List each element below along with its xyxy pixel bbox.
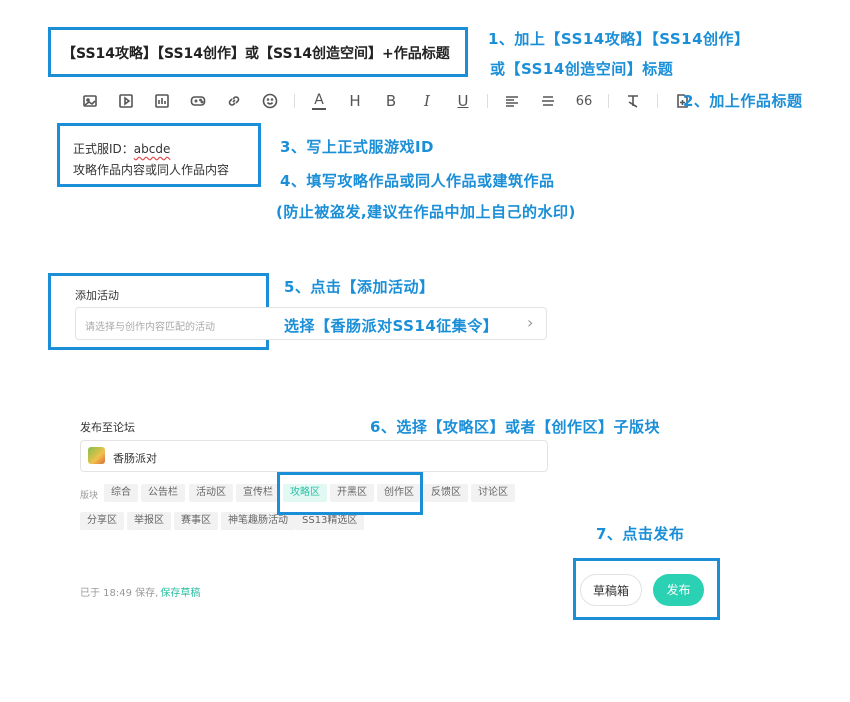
toolbar-separator — [487, 94, 488, 108]
gamepad-icon[interactable] — [186, 90, 210, 112]
annotation-step6: 6、选择【攻略区】或者【创作区】子版块 — [370, 418, 660, 436]
quote-icon[interactable]: 66 — [572, 90, 596, 112]
save-status: 已于 18:49 保存, 保存草稿 — [80, 584, 200, 599]
save-draft-link[interactable]: 保存草稿 — [160, 588, 200, 599]
publish-button[interactable]: 发布 — [653, 574, 704, 606]
forum-label: 发布至论坛 — [80, 421, 135, 434]
toolbar-separator — [657, 94, 658, 108]
forum-selected-name: 香肠派对 — [113, 452, 157, 465]
toolbar-separator — [608, 94, 609, 108]
font-color-icon[interactable]: A — [307, 90, 331, 112]
chart-icon[interactable] — [150, 90, 174, 112]
title-value: 【SS14攻略】【SS14创作】或【SS14创造空间】+作品标题 — [62, 46, 450, 62]
annotation-step1-line1: 1、加上【SS14攻略】【SS14创作】 — [488, 30, 750, 48]
toolbar-separator — [294, 94, 295, 108]
chevron-right-icon[interactable]: › — [527, 313, 533, 332]
section-chip-promo[interactable]: 宣传栏 — [236, 484, 280, 502]
section-chip-events[interactable]: 赛事区 — [174, 512, 218, 530]
forum-avatar — [88, 447, 105, 464]
font-color-glyph: A — [314, 91, 324, 108]
activity-placeholder: 请选择与创作内容匹配的活动 — [85, 322, 215, 333]
clear-format-icon[interactable] — [621, 90, 645, 112]
video-icon[interactable] — [114, 90, 138, 112]
italic-icon[interactable]: I — [415, 90, 439, 112]
section-chip-share[interactable]: 分享区 — [80, 512, 124, 530]
link-icon[interactable] — [222, 90, 246, 112]
annotation-step2: 2、加上作品标题 — [683, 92, 803, 110]
align-icon[interactable] — [500, 90, 524, 112]
annotation-select-activity: 选择【香肠派对SS14征集令】 — [284, 317, 499, 335]
section-chip-feedback[interactable]: 反馈区 — [424, 484, 468, 502]
section-chip-activity[interactable]: 活动区 — [189, 484, 233, 502]
quote-glyph: 66 — [575, 93, 593, 109]
section-chip-general[interactable]: 综合 — [104, 484, 138, 502]
image-icon[interactable] — [78, 90, 102, 112]
section-chip-discussion[interactable]: 讨论区 — [471, 484, 515, 502]
draft-box-button[interactable]: 草稿箱 — [580, 574, 642, 606]
annotation-step1-line2: 或【SS14创造空间】标题 — [490, 60, 674, 78]
annotation-step3: 3、写上正式服游戏ID — [280, 138, 434, 156]
section-chip-announcement[interactable]: 公告栏 — [141, 484, 185, 502]
activity-label: 添加活动 — [75, 289, 119, 302]
emoji-icon[interactable] — [258, 90, 282, 112]
underline-icon[interactable]: U — [451, 90, 475, 112]
title-input[interactable]: 【SS14攻略】【SS14创作】或【SS14创造空间】+作品标题 — [62, 43, 450, 63]
annotation-step5: 5、点击【添加活动】 — [284, 278, 435, 296]
font-color-bar — [312, 107, 326, 110]
bold-icon[interactable]: B — [379, 90, 403, 112]
italic-glyph: I — [424, 92, 430, 110]
bold-glyph: B — [385, 92, 397, 110]
annotation-step7: 7、点击发布 — [596, 525, 685, 543]
annotation-step4: 4、填写攻略作品或同人作品或建筑作品 — [280, 172, 555, 190]
content-id-line[interactable]: 正式服ID：abcde — [73, 140, 170, 157]
editor-toolbar: A H B I U 66 — [78, 90, 706, 112]
underline-glyph: U — [457, 92, 469, 110]
heading-glyph: H — [349, 92, 361, 110]
saved-time-text: 已于 18:49 保存, — [80, 588, 159, 599]
id-label: 正式服ID： — [73, 142, 134, 156]
section-label: 版块 — [80, 491, 99, 501]
content-body-line[interactable]: 攻略作品内容或同人作品内容 — [73, 161, 229, 178]
heading-icon[interactable]: H — [343, 90, 367, 112]
divider-icon[interactable] — [536, 90, 560, 112]
annotation-watermark: (防止被盗发,建议在作品中加上自己的水印) — [276, 203, 576, 221]
section-chip-report[interactable]: 举报区 — [127, 512, 171, 530]
id-value: abcde — [133, 142, 171, 156]
section-highlight-box — [277, 472, 423, 515]
